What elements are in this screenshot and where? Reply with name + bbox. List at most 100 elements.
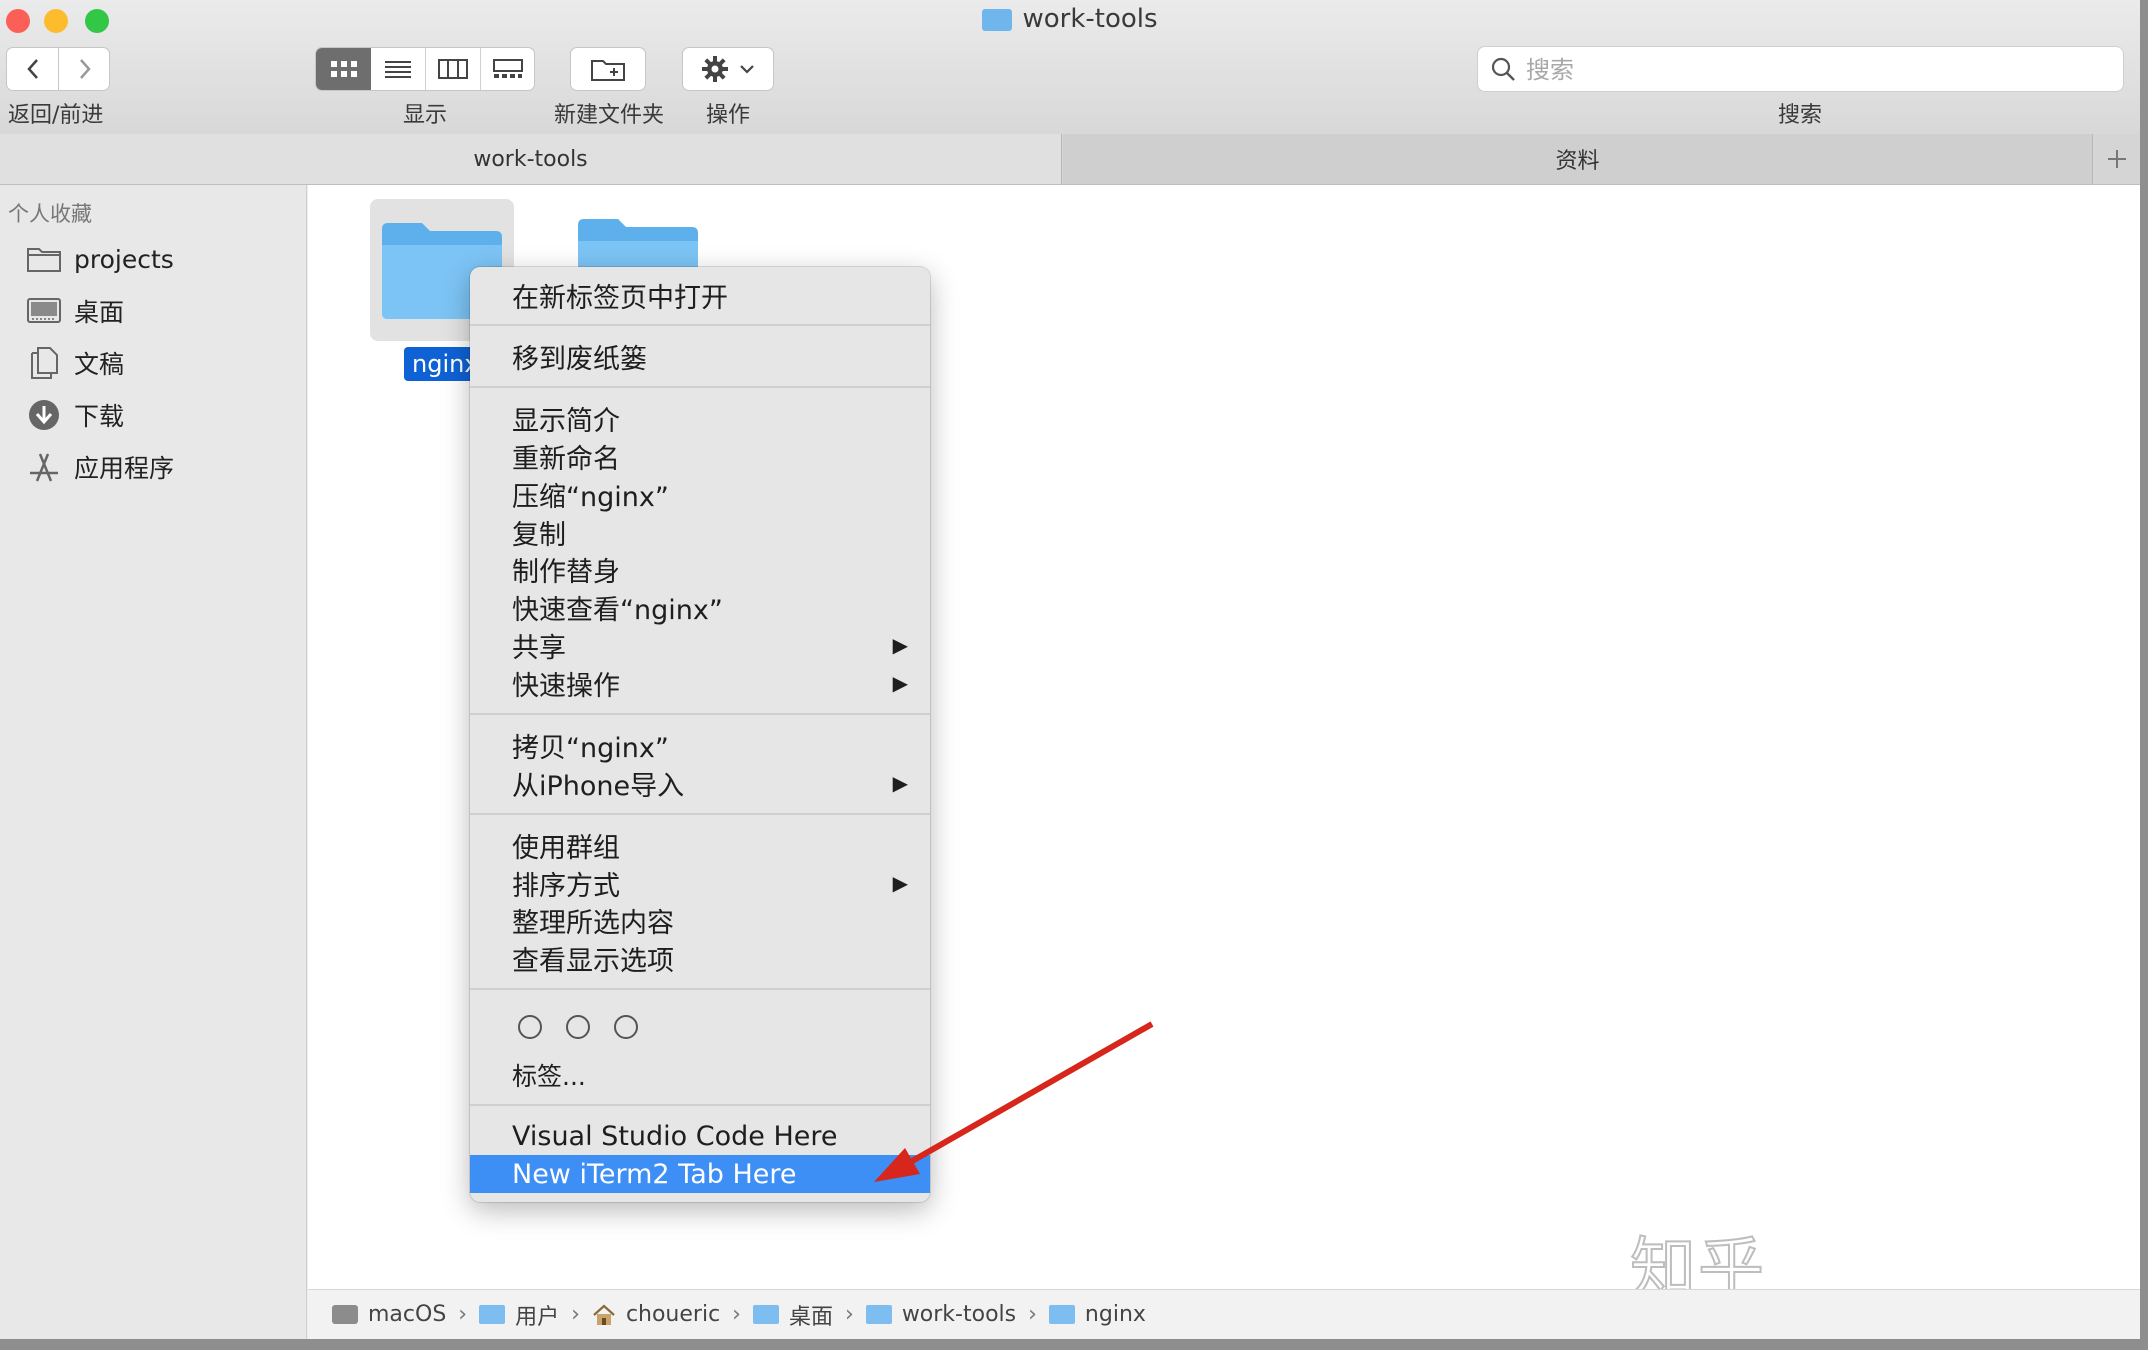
icon-view-button[interactable] — [316, 48, 371, 90]
menu-item-label: 显示简介 — [512, 405, 620, 437]
menu-item-rename[interactable]: 重新命名 — [470, 437, 930, 475]
list-icon — [385, 61, 411, 78]
columns-icon — [438, 59, 468, 79]
path-bar: macOS › 用户 › choueric › 桌面 › work-tools › ngi… — [308, 1289, 2140, 1339]
menu-item-copy[interactable]: 拷贝“nginx” — [470, 726, 930, 764]
sidebar-item-documents[interactable]: 文稿 — [26, 341, 124, 385]
search-icon — [1491, 57, 1515, 81]
chevron-left-icon — [26, 59, 38, 79]
context-menu: 在新标签页中打开 移到废纸篓 显示简介 重新命名 压缩“nginx” 复制 制作… — [470, 267, 930, 1202]
crumb-separator: › — [458, 1302, 468, 1327]
menu-item-clean-up-selection[interactable]: 整理所选内容 — [470, 901, 930, 939]
window-title-text: work-tools — [1022, 4, 1158, 34]
sidebar-item-projects[interactable]: projects — [26, 237, 174, 281]
path-crumb-home[interactable]: choueric › — [592, 1302, 753, 1327]
tag-circle-icon[interactable] — [614, 1015, 638, 1039]
menu-separator — [470, 813, 930, 815]
crumb-label: nginx — [1084, 1302, 1146, 1327]
path-crumb-nginx[interactable]: nginx — [1048, 1302, 1146, 1327]
gear-icon — [702, 56, 728, 82]
path-crumb-work-tools[interactable]: work-tools › — [865, 1302, 1049, 1327]
menu-item-move-to-trash[interactable]: 移到废纸篓 — [470, 337, 930, 375]
folder-icon — [865, 1305, 892, 1324]
tab-resources[interactable]: 资料 — [1063, 134, 2093, 184]
gallery-icon — [493, 59, 523, 78]
gallery-view-button[interactable] — [481, 48, 535, 90]
forward-button[interactable] — [59, 48, 111, 90]
search-input[interactable] — [1524, 51, 2108, 89]
menu-item-duplicate[interactable]: 复制 — [470, 513, 930, 551]
menu-item-import-from-iphone[interactable]: 从iPhone导入 ▶ — [470, 764, 930, 802]
folder-icon — [479, 1305, 506, 1324]
path-crumb-users[interactable]: 用户 › — [479, 1299, 592, 1331]
back-button[interactable] — [7, 48, 59, 90]
list-view-button[interactable] — [371, 48, 426, 90]
tab-work-tools[interactable]: work-tools — [0, 134, 1062, 184]
menu-item-quick-look[interactable]: 快速查看“nginx” — [470, 588, 930, 626]
path-crumb-desktop[interactable]: 桌面 › — [752, 1299, 866, 1331]
new-folder-button[interactable] — [570, 47, 646, 91]
sidebar-item-applications[interactable]: 应用程序 — [26, 445, 174, 489]
menu-item-label: 移到废纸篓 — [512, 343, 647, 375]
column-view-button[interactable] — [426, 48, 481, 90]
disk-icon — [332, 1305, 358, 1324]
menu-item-label: 快速查看“nginx” — [512, 594, 723, 626]
view-label: 显示 — [402, 103, 447, 128]
menu-item-sort-by[interactable]: 排序方式 ▶ — [470, 864, 930, 902]
menu-item-get-info[interactable]: 显示简介 — [470, 399, 930, 437]
folder-icon — [26, 244, 62, 274]
menu-item-vscode-here[interactable]: Visual Studio Code Here — [470, 1117, 930, 1155]
back-forward-label: 返回/前进 — [8, 103, 104, 128]
sidebar-item-label: 桌面 — [74, 298, 125, 327]
tag-circle-icon[interactable] — [566, 1015, 590, 1039]
download-icon — [26, 400, 62, 430]
menu-item-make-alias[interactable]: 制作替身 — [470, 550, 930, 588]
grid-icon — [330, 61, 357, 77]
path-crumb-macos[interactable]: macOS › — [332, 1302, 479, 1327]
menu-item-use-groups[interactable]: 使用群组 — [470, 826, 930, 864]
sidebar-section-title: 个人收藏 — [8, 202, 92, 226]
menu-item-label: 制作替身 — [512, 556, 620, 588]
sidebar-item-desktop[interactable]: 桌面 — [26, 289, 124, 333]
finder-window: work-tools 返回/前进 显示 新建文件夹 操作 搜索 搜索 work-… — [0, 0, 2140, 1339]
crumb-label: macOS — [368, 1302, 447, 1327]
action-label: 操作 — [705, 103, 750, 128]
action-menu-button[interactable] — [682, 47, 774, 91]
menu-item-show-view-options[interactable]: 查看显示选项 — [470, 939, 930, 977]
crumb-label: work-tools — [901, 1302, 1017, 1327]
menu-item-label: New iTerm2 Tab Here — [512, 1158, 797, 1190]
menu-separator — [470, 1104, 930, 1106]
crumb-label: 桌面 — [788, 1304, 833, 1330]
folder-icon — [982, 8, 1013, 31]
menu-item-label: 拷贝“nginx” — [512, 732, 669, 764]
new-tab-button[interactable] — [2094, 134, 2140, 184]
menu-item-new-iterm2-tab[interactable]: New iTerm2 Tab Here — [470, 1155, 930, 1193]
applications-icon — [26, 452, 62, 482]
crumb-separator: › — [1028, 1302, 1037, 1327]
menu-item-label: 共享 — [512, 632, 566, 664]
menu-item-tags[interactable]: 标签... — [470, 1056, 930, 1094]
menu-item-share[interactable]: 共享 ▶ — [470, 626, 930, 664]
search-field — [1477, 46, 2124, 92]
submenu-arrow-icon: ▶ — [892, 671, 908, 695]
menu-item-compress[interactable]: 压缩“nginx” — [470, 475, 930, 513]
tag-circle-icon[interactable] — [518, 1015, 542, 1039]
submenu-arrow-icon: ▶ — [892, 633, 908, 657]
menu-separator — [470, 988, 930, 990]
folder-icon — [1048, 1305, 1075, 1324]
sidebar: 个人收藏 projects 桌面 文稿 下载 应用程序 — [0, 185, 307, 1339]
submenu-arrow-icon: ▶ — [892, 871, 908, 895]
menu-item-open-in-new-tab[interactable]: 在新标签页中打开 — [470, 276, 930, 314]
new-folder-icon — [591, 60, 625, 81]
menu-item-label: 重新命名 — [512, 443, 620, 475]
menu-item-label: 从iPhone导入 — [512, 770, 685, 802]
menu-item-quick-actions[interactable]: 快速操作 ▶ — [470, 664, 930, 702]
menu-item-label: 压缩“nginx” — [512, 481, 669, 513]
search-label: 搜索 — [1777, 103, 1822, 128]
menu-item-label: 快速操作 — [512, 670, 620, 702]
sidebar-item-downloads[interactable]: 下载 — [26, 393, 124, 437]
toolbar: work-tools 返回/前进 显示 新建文件夹 操作 搜索 搜索 — [0, 0, 2140, 135]
menu-separator — [470, 324, 930, 326]
desktop-icon — [26, 296, 62, 326]
menu-item-label: 使用群组 — [512, 832, 620, 864]
